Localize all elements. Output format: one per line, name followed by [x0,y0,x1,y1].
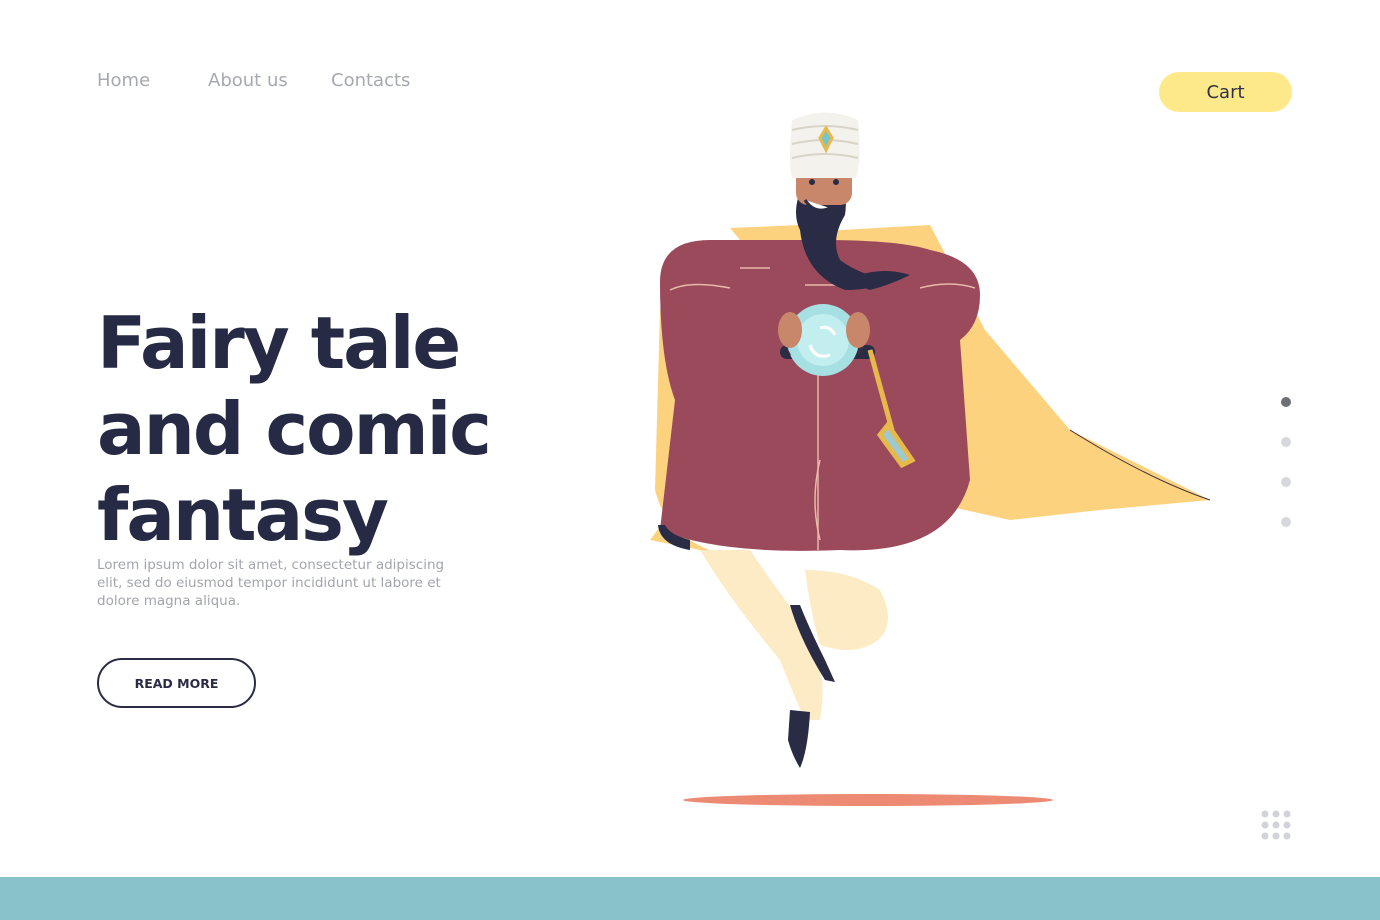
read-more-button[interactable]: READ MORE [97,658,256,708]
slide-dot-2[interactable] [1281,437,1291,447]
slide-dot-4[interactable] [1281,517,1291,527]
hero-description: Lorem ipsum dolor sit amet, consectetur … [97,557,445,609]
nav-home-link[interactable]: Home [97,70,150,91]
slide-dot-1[interactable] [1281,397,1291,407]
slide-dot-3[interactable] [1281,477,1291,487]
page-title: Fairy tale and comic fantasy [97,300,492,558]
title-line-3: fantasy [97,473,389,557]
nav-contacts-link[interactable]: Contacts [331,70,410,91]
nav-about-link[interactable]: About us [208,70,288,91]
title-line-1: Fairy tale [97,301,461,385]
grid-dots-icon[interactable] [1261,810,1295,844]
footer-bar [0,877,1380,920]
title-line-2: and comic [97,387,492,471]
wizard-illustration [650,112,1211,806]
